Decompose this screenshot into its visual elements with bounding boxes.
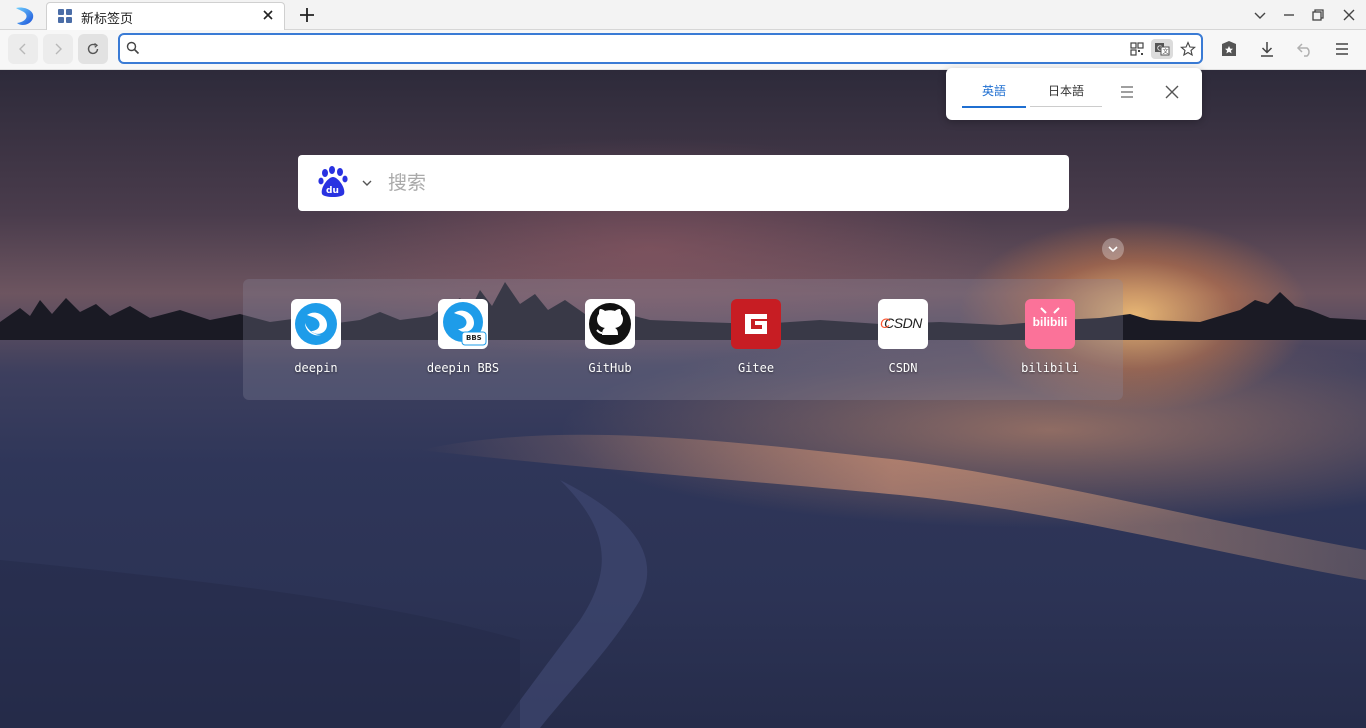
- reload-button[interactable]: [78, 34, 108, 64]
- menu-icon[interactable]: [1119, 84, 1135, 100]
- search-icon: [126, 41, 140, 55]
- bbs-badge: BBS: [466, 334, 482, 342]
- close-window-icon[interactable]: [1340, 6, 1358, 24]
- csdn-icon: CSDN C: [878, 299, 928, 349]
- search-input[interactable]: [388, 168, 1048, 198]
- shortcut-label: deepin BBS: [426, 361, 500, 375]
- chevron-down-icon: [1108, 246, 1118, 253]
- close-icon[interactable]: [1164, 84, 1180, 100]
- restore-icon[interactable]: [1309, 6, 1327, 24]
- browser-logo-icon: [16, 7, 34, 26]
- new-tab-button[interactable]: [297, 5, 317, 25]
- close-icon[interactable]: [260, 7, 276, 23]
- deepin-bbs-icon: BBS: [438, 299, 488, 349]
- shortcut-label: CSDN: [888, 361, 918, 375]
- toolbar: G文: [0, 30, 1366, 70]
- reload-icon: [87, 42, 99, 55]
- svg-text:文: 文: [1163, 48, 1169, 56]
- shortcut-label: bilibili: [1021, 361, 1079, 375]
- shortcut-gitee[interactable]: Gitee: [701, 299, 811, 389]
- csdn-c-accent: C: [880, 315, 891, 331]
- forward-button[interactable]: [43, 34, 73, 64]
- translate-tab-source[interactable]: 英語: [962, 82, 1026, 108]
- tab-bar: 新标签页: [0, 0, 1366, 31]
- shortcut-csdn[interactable]: CSDN C CSDN: [848, 299, 958, 389]
- github-icon: [585, 299, 635, 349]
- baidu-icon[interactable]: du: [318, 166, 348, 198]
- deepin-icon: [291, 299, 341, 349]
- new-tab-page: du deepin BBS deepin BBS GitHub: [0, 70, 1366, 728]
- shortcut-github[interactable]: GitHub: [555, 299, 665, 389]
- translate-icon: G文: [1155, 43, 1170, 56]
- search-box[interactable]: du: [298, 155, 1069, 211]
- translate-popup: 英語 日本語: [946, 68, 1202, 120]
- grid-icon: [58, 9, 72, 23]
- arrow-right-icon: [55, 43, 62, 55]
- shortcut-label: deepin: [294, 361, 338, 375]
- address-input[interactable]: [146, 37, 1106, 60]
- arrow-left-icon: [19, 43, 26, 55]
- chevron-down-icon[interactable]: [361, 177, 373, 189]
- translate-button[interactable]: G文: [1151, 39, 1173, 59]
- tab-new-tab[interactable]: 新标签页: [46, 2, 285, 31]
- main-menu-icon[interactable]: [1332, 39, 1352, 59]
- undo-icon[interactable]: [1295, 39, 1315, 59]
- back-button[interactable]: [8, 34, 38, 64]
- favorites-icon[interactable]: [1219, 39, 1239, 59]
- shortcut-label: Gitee: [737, 361, 775, 375]
- shortcut-deepin[interactable]: deepin: [261, 299, 371, 389]
- tab-title: 新标签页: [81, 12, 134, 27]
- download-icon[interactable]: [1257, 39, 1277, 59]
- shortcut-label: GitHub: [588, 361, 632, 375]
- shortcut-deepin-bbs[interactable]: BBS deepin BBS: [408, 299, 518, 389]
- gitee-icon: [731, 299, 781, 349]
- bilibili-icon: bilibili: [1025, 299, 1075, 349]
- svg-text:du: du: [326, 186, 339, 196]
- minimize-icon[interactable]: [1280, 6, 1298, 24]
- shortcut-bilibili[interactable]: bilibili bilibili: [995, 299, 1105, 389]
- bilibili-logo-text: bilibili: [1032, 315, 1068, 329]
- bookmark-star-button[interactable]: [1177, 39, 1199, 59]
- speed-dial: deepin BBS deepin BBS GitHub Gitee CSDN …: [243, 279, 1123, 400]
- qr-code-icon: [1130, 42, 1144, 56]
- qr-code-button[interactable]: [1126, 39, 1148, 59]
- star-icon: [1180, 41, 1196, 57]
- address-bar[interactable]: G文: [118, 33, 1203, 64]
- collapse-shortcuts-button[interactable]: [1102, 238, 1124, 260]
- chevron-down-icon[interactable]: [1251, 6, 1269, 24]
- translate-tab-target[interactable]: 日本語: [1030, 82, 1102, 107]
